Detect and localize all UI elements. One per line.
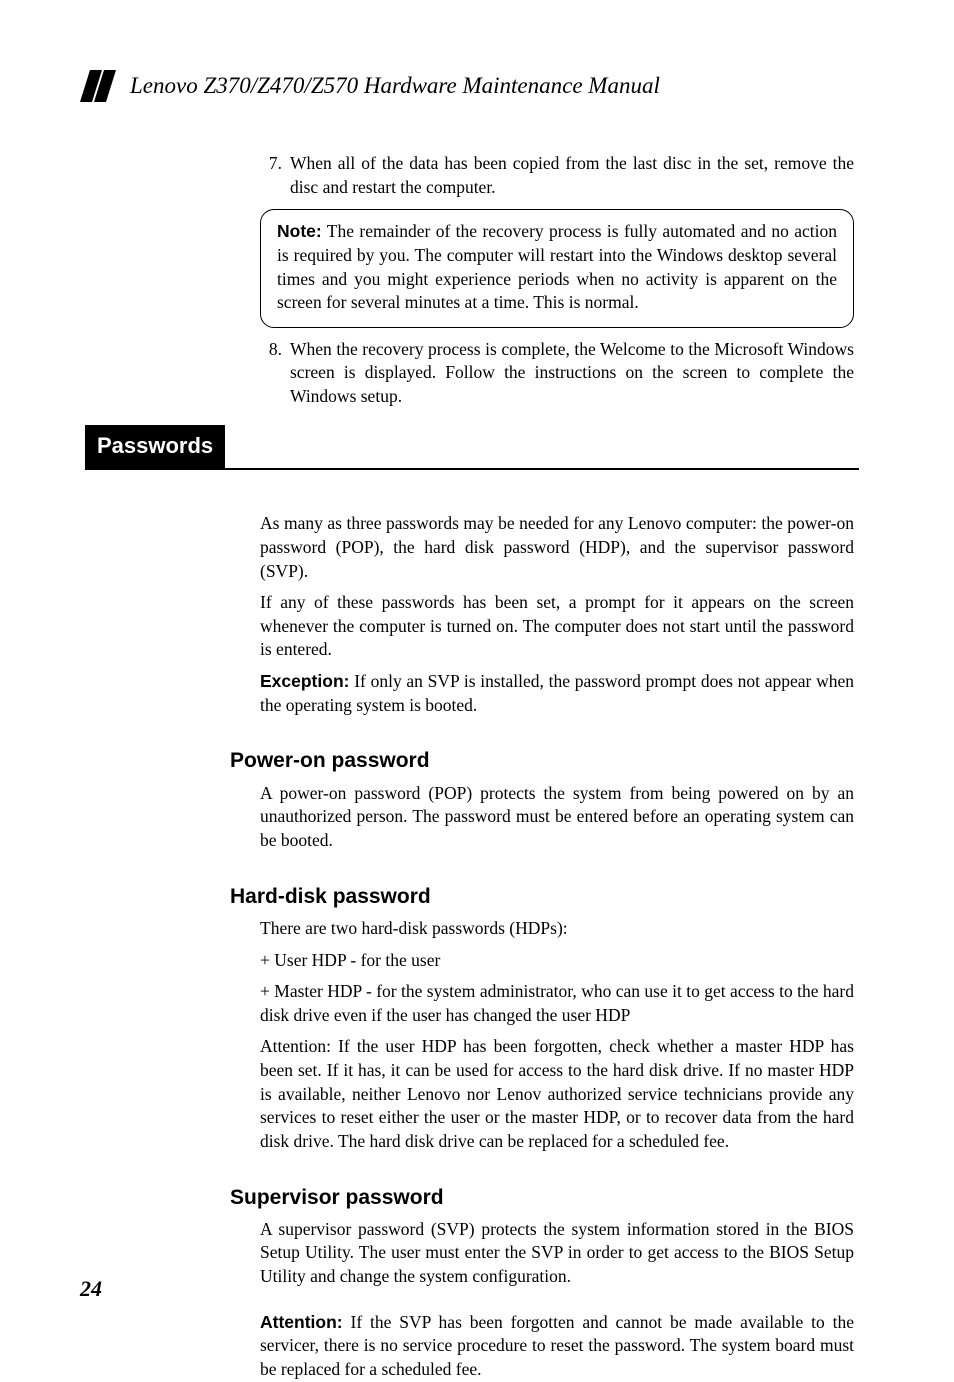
subheading-hard-disk: Hard-disk password: [230, 883, 854, 911]
hdp-p2: + User HDP - for the user: [260, 949, 854, 973]
section-heading-passwords: Passwords: [85, 425, 225, 469]
exception-text: If only an SVP is installed, the passwor…: [260, 671, 854, 715]
section-intro-2: If any of these passwords has been set, …: [260, 591, 854, 662]
hdp-p1: There are two hard-disk passwords (HDPs)…: [260, 917, 854, 941]
section-intro-1: As many as three passwords may be needed…: [260, 512, 854, 583]
step-number: 8.: [260, 338, 282, 409]
content-body: 7. When all of the data has been copied …: [100, 152, 854, 1382]
power-on-text: A power-on password (POP) protects the s…: [260, 782, 854, 853]
note-text: The remainder of the recovery process is…: [277, 221, 837, 312]
page-number: 24: [80, 1276, 102, 1302]
subheading-power-on: Power-on password: [230, 747, 854, 775]
brand-stripes-icon: [80, 70, 122, 102]
page-header: Lenovo Z370/Z470/Z570 Hardware Maintenan…: [80, 70, 854, 102]
step-7-row: 7. When all of the data has been copied …: [260, 152, 854, 199]
page-container: Lenovo Z370/Z470/Z570 Hardware Maintenan…: [0, 0, 954, 1352]
attention-label: Attention:: [260, 1312, 343, 1332]
hdp-p4: Attention: If the user HDP has been forg…: [260, 1035, 854, 1153]
svp-attention: Attention: If the SVP has been forgotten…: [260, 1311, 854, 1382]
exception-label: Exception:: [260, 671, 349, 691]
note-label: Note:: [277, 221, 322, 241]
step-text: When all of the data has been copied fro…: [290, 152, 854, 199]
step-number: 7.: [260, 152, 282, 199]
note-callout: Note: The remainder of the recovery proc…: [260, 209, 854, 328]
hdp-p3: + Master HDP - for the system administra…: [260, 980, 854, 1027]
subheading-supervisor: Supervisor password: [230, 1184, 854, 1212]
section-exception: Exception: If only an SVP is installed, …: [260, 670, 854, 717]
section-heading-rule: Passwords: [85, 425, 859, 471]
step-8-row: 8. When the recovery process is complete…: [260, 338, 854, 409]
svp-p1: A supervisor password (SVP) protects the…: [260, 1218, 854, 1289]
document-title: Lenovo Z370/Z470/Z570 Hardware Maintenan…: [130, 73, 660, 99]
step-text: When the recovery process is complete, t…: [290, 338, 854, 409]
attention-text: If the SVP has been forgotten and cannot…: [260, 1312, 854, 1379]
